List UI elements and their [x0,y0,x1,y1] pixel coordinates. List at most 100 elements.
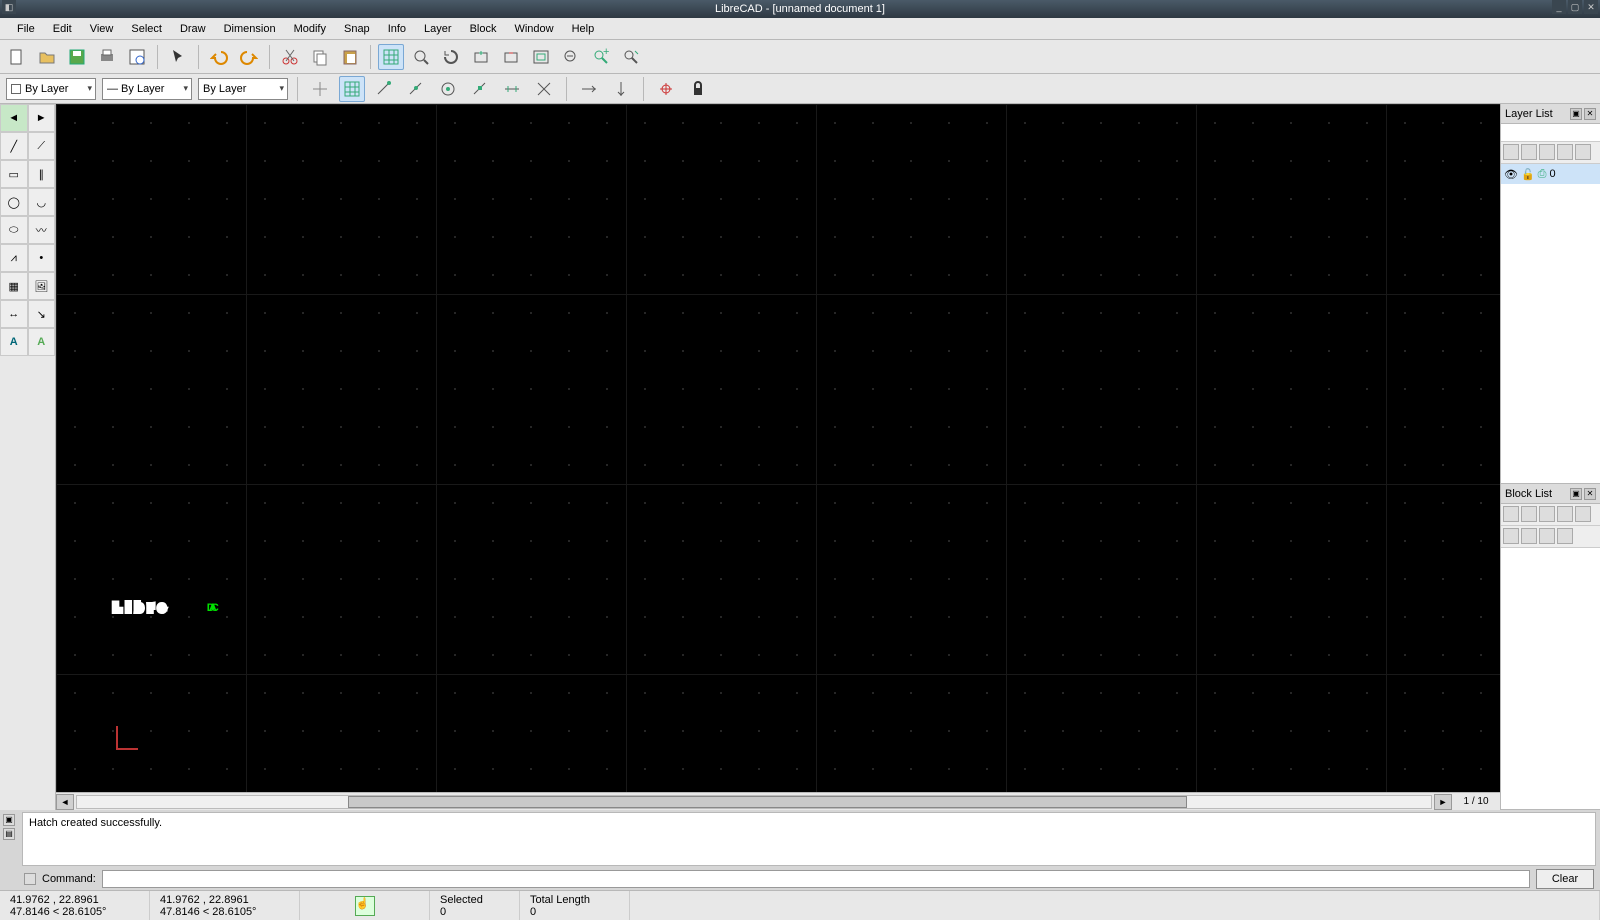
block-insert-icon[interactable] [1503,528,1519,544]
snap-intersection-icon[interactable] [531,76,557,102]
lock-icon[interactable]: 🔓 [1521,168,1535,181]
tool-image-icon[interactable]: 🖼 [28,272,56,300]
panel-float-icon[interactable]: ▣ [1570,488,1582,500]
layer-filter-input[interactable] [1501,124,1600,142]
scroll-thumb[interactable] [348,796,1187,808]
block-rename-icon[interactable] [1557,528,1573,544]
tool-forward-icon[interactable]: ► [28,104,56,132]
zoom-selection-icon[interactable] [618,44,644,70]
tool-ellipse-icon[interactable]: ⬭ [0,216,28,244]
eye-icon[interactable]: 👁 [1504,168,1518,181]
menu-select[interactable]: Select [122,20,171,38]
tool-line2pt-icon[interactable]: ⟋ [28,132,56,160]
pointer-icon[interactable] [165,44,191,70]
grid-toggle-icon[interactable] [378,44,404,70]
menu-help[interactable]: Help [563,20,604,38]
command-input[interactable] [102,870,1530,888]
snap-middle-icon[interactable] [467,76,493,102]
block-remove-icon[interactable] [1557,506,1573,522]
maximize-icon[interactable]: ▢ [1568,0,1582,14]
scroll-left-icon[interactable]: ◄ [56,794,74,810]
menu-file[interactable]: File [8,20,44,38]
snap-endpoint-icon[interactable] [371,76,397,102]
panel-float-icon[interactable]: ▣ [1570,108,1582,120]
paste-icon[interactable] [337,44,363,70]
block-hideall-icon[interactable] [1521,506,1537,522]
layer-row-0[interactable]: 👁 🔓 ⎙ 0 [1501,164,1600,184]
scroll-right-icon[interactable]: ► [1434,794,1452,810]
close-icon[interactable]: ✕ [1584,0,1598,14]
block-showall-icon[interactable] [1503,506,1519,522]
tool-text-icon[interactable]: A [0,328,28,356]
tool-spline-icon[interactable]: 〰 [28,216,56,244]
tool-hatch-icon[interactable]: ▦ [0,272,28,300]
menu-block[interactable]: Block [461,20,506,38]
tool-mtext-icon[interactable]: A [28,328,56,356]
menu-info[interactable]: Info [379,20,415,38]
layer-hideall-icon[interactable] [1521,144,1537,160]
snap-free-icon[interactable] [307,76,333,102]
layer-edit-icon[interactable] [1575,144,1591,160]
copy-icon[interactable] [307,44,333,70]
snap-grid-icon[interactable] [339,76,365,102]
snap-center-icon[interactable] [435,76,461,102]
zoom-auto-icon[interactable] [528,44,554,70]
restrict-horizontal-icon[interactable] [576,76,602,102]
layer-remove-icon[interactable] [1557,144,1573,160]
window-menu-icon[interactable]: ◧ [2,0,16,14]
zoom-previous-icon[interactable] [558,44,584,70]
linewidth-dropdown[interactable]: — By Layer [102,78,192,100]
menu-draw[interactable]: Draw [171,20,215,38]
undo-icon[interactable] [206,44,232,70]
tool-rectangle-icon[interactable]: ▭ [0,160,28,188]
cmd-toggle1-icon[interactable]: ▣ [3,814,15,826]
snap-onentity-icon[interactable] [403,76,429,102]
save-icon[interactable] [64,44,90,70]
tool-parallel-icon[interactable]: ∥ [28,160,56,188]
menu-layer[interactable]: Layer [415,20,461,38]
menu-window[interactable]: Window [505,20,562,38]
restrict-vertical-icon[interactable] [608,76,634,102]
drawing-canvas[interactable]: LibreCAD [56,104,1500,792]
zoom-out-icon[interactable] [498,44,524,70]
zoom-redraw-icon[interactable] [438,44,464,70]
tool-arc-icon[interactable]: ◡ [28,188,56,216]
linetype-dropdown[interactable]: By Layer [198,78,288,100]
tool-leader-icon[interactable]: ↘ [28,300,56,328]
snap-distance-icon[interactable] [499,76,525,102]
clear-button[interactable]: Clear [1536,869,1594,889]
layer-showall-icon[interactable] [1503,144,1519,160]
cmd-toggle2-icon[interactable]: ▤ [3,828,15,840]
cut-icon[interactable] [277,44,303,70]
tool-point-icon[interactable]: • [28,244,56,272]
cmd-toggle3-icon[interactable] [24,873,36,885]
block-edit-icon[interactable] [1575,506,1591,522]
menu-snap[interactable]: Snap [335,20,379,38]
tool-line-icon[interactable]: ╱ [0,132,28,160]
menu-dimension[interactable]: Dimension [215,20,285,38]
tool-circle-icon[interactable]: ◯ [0,188,28,216]
zoom-window-icon[interactable] [408,44,434,70]
print-layer-icon[interactable]: ⎙ [1538,168,1547,181]
menu-modify[interactable]: Modify [285,20,335,38]
block-save-icon[interactable] [1539,528,1555,544]
panel-close-icon[interactable]: ✕ [1584,108,1596,120]
lock-relative-zero-icon[interactable] [685,76,711,102]
zoom-in-icon[interactable] [468,44,494,70]
tool-back-icon[interactable]: ◄ [0,104,28,132]
color-dropdown[interactable]: By Layer [6,78,96,100]
print-icon[interactable] [94,44,120,70]
minimize-icon[interactable]: _ [1552,0,1566,14]
redo-icon[interactable] [236,44,262,70]
layer-add-icon[interactable] [1539,144,1555,160]
block-create-icon[interactable] [1521,528,1537,544]
block-add-icon[interactable] [1539,506,1555,522]
menu-edit[interactable]: Edit [44,20,81,38]
tool-polyline-icon[interactable]: ⩘ [0,244,28,272]
menu-view[interactable]: View [81,20,123,38]
print-preview-icon[interactable] [124,44,150,70]
horizontal-scrollbar[interactable]: ◄ ► 1 / 10 [56,792,1500,810]
open-icon[interactable] [34,44,60,70]
tool-dimension-icon[interactable]: ↔ [0,300,28,328]
zoom-pan-icon[interactable]: + [588,44,614,70]
